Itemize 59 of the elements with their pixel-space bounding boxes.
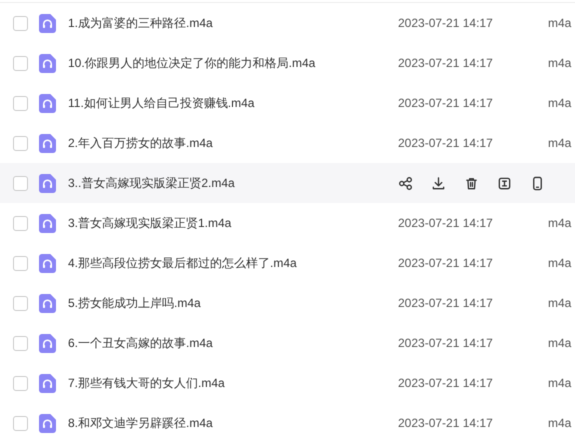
checkbox[interactable] [13, 376, 28, 390]
trash-icon[interactable] [464, 176, 479, 190]
audio-file-icon [39, 134, 56, 152]
audio-file-icon [39, 174, 56, 192]
file-name[interactable]: 10.你跟男人的地位决定了你的能力和格局.m4a [68, 54, 398, 72]
file-type: m4a [548, 136, 572, 150]
checkbox[interactable] [13, 16, 28, 30]
audio-file-icon [39, 374, 56, 392]
file-type: m4a [548, 256, 572, 270]
audio-file-icon [39, 54, 56, 72]
audio-file-icon [39, 94, 56, 112]
modified-date: 2023-07-21 14:17 [398, 16, 494, 30]
checkbox[interactable] [13, 256, 28, 270]
audio-file-icon [39, 214, 56, 232]
checkbox[interactable] [13, 96, 28, 110]
file-type: m4a [548, 16, 572, 30]
modified-date: 2023-07-21 14:17 [398, 296, 494, 310]
checkbox[interactable] [13, 176, 28, 190]
checkbox[interactable] [13, 56, 28, 70]
file-name[interactable]: 3.普女高嫁现实版梁正贤1.m4a [68, 214, 398, 232]
file-type: m4a [548, 336, 572, 350]
file-name[interactable]: 4.那些高段位捞女最后都过的怎么样了.m4a [68, 254, 398, 272]
modified-date: 2023-07-21 14:17 [398, 96, 494, 110]
file-name[interactable]: 7.那些有钱大哥的女人们.m4a [68, 374, 398, 392]
file-type: m4a [548, 56, 572, 70]
file-name[interactable]: 3..普女高嫁现实版梁正贤2.m4a [68, 174, 398, 192]
file-name[interactable]: 1.成为富婆的三种路径.m4a [68, 14, 398, 32]
phone-icon[interactable] [530, 176, 545, 190]
checkbox[interactable] [13, 296, 28, 310]
checkbox[interactable] [13, 416, 28, 430]
file-type: m4a [548, 216, 572, 230]
audio-file-icon [39, 14, 56, 32]
checkbox[interactable] [13, 136, 28, 150]
share-icon[interactable] [398, 176, 413, 190]
file-name[interactable]: 8.和邓文迪学另辟蹊径.m4a [68, 414, 398, 432]
file-type: m4a [548, 376, 572, 390]
checkbox[interactable] [13, 216, 28, 230]
file-row-highlight[interactable]: 3..普女高嫁现实版梁正贤2.m4a [0, 163, 575, 203]
modified-date: 2023-07-21 14:17 [398, 136, 494, 150]
download-icon[interactable] [431, 176, 446, 190]
modified-date: 2023-07-21 14:17 [398, 416, 494, 430]
audio-file-icon [39, 334, 56, 352]
audio-file-icon [39, 414, 56, 432]
modified-date: 2023-07-21 14:17 [398, 256, 494, 270]
file-name[interactable]: 11.如何让男人给自己投资赚钱.m4a [68, 94, 398, 112]
modified-date: 2023-07-21 14:17 [398, 216, 494, 230]
file-name[interactable]: 2.年入百万捞女的故事.m4a [68, 134, 398, 152]
file-type: m4a [548, 416, 572, 430]
file-name[interactable]: 5.捞女能成功上岸吗.m4a [68, 294, 398, 312]
audio-file-icon [39, 254, 56, 272]
modified-date: 2023-07-21 14:17 [398, 56, 494, 70]
file-type: m4a [548, 296, 572, 310]
file-type: m4a [548, 96, 572, 110]
checkbox[interactable] [13, 336, 28, 350]
audio-file-icon [39, 294, 56, 312]
text-cursor-icon[interactable] [497, 176, 512, 190]
modified-date: 2023-07-21 14:17 [398, 336, 494, 350]
file-name[interactable]: 6.一个丑女高嫁的故事.m4a [68, 334, 398, 352]
modified-date: 2023-07-21 14:17 [398, 376, 494, 390]
